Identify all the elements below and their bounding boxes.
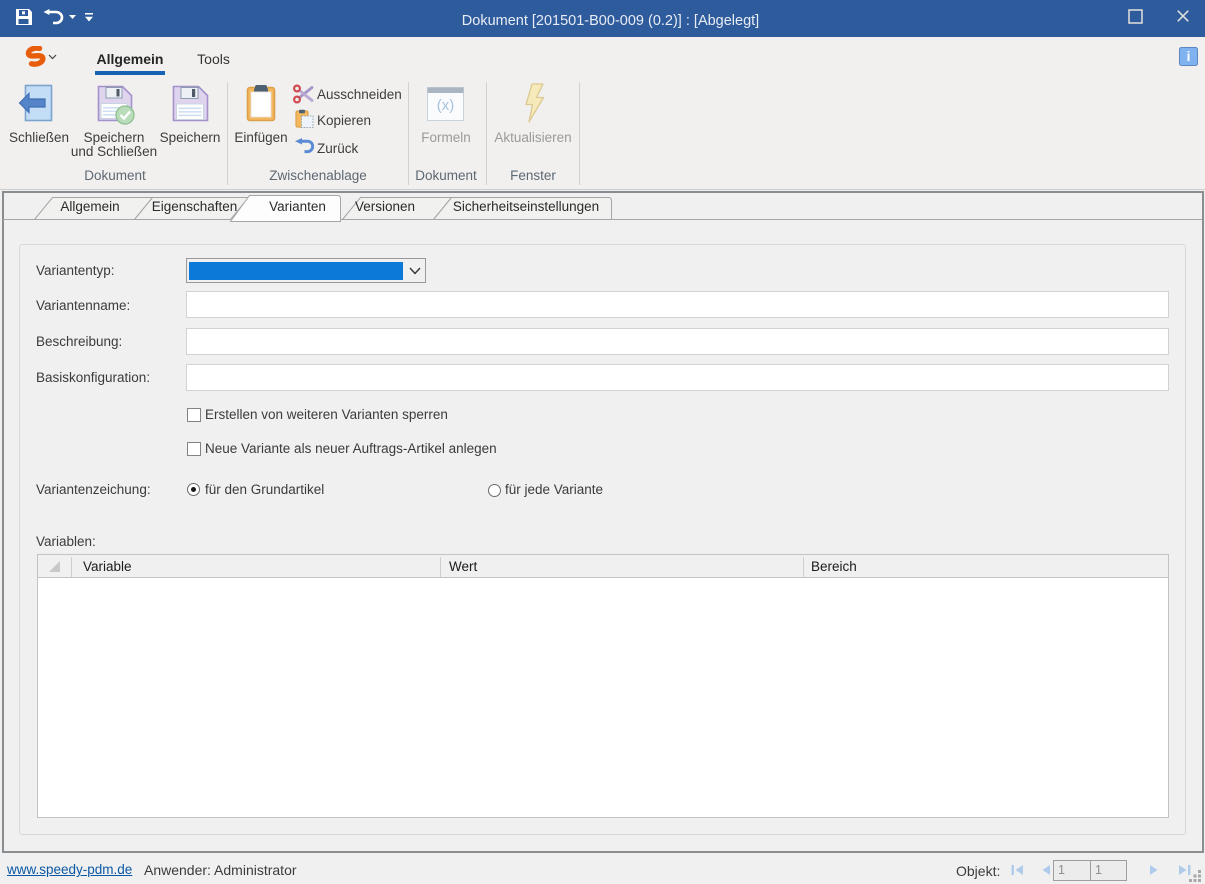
svg-text:(x): (x) [437,97,455,114]
